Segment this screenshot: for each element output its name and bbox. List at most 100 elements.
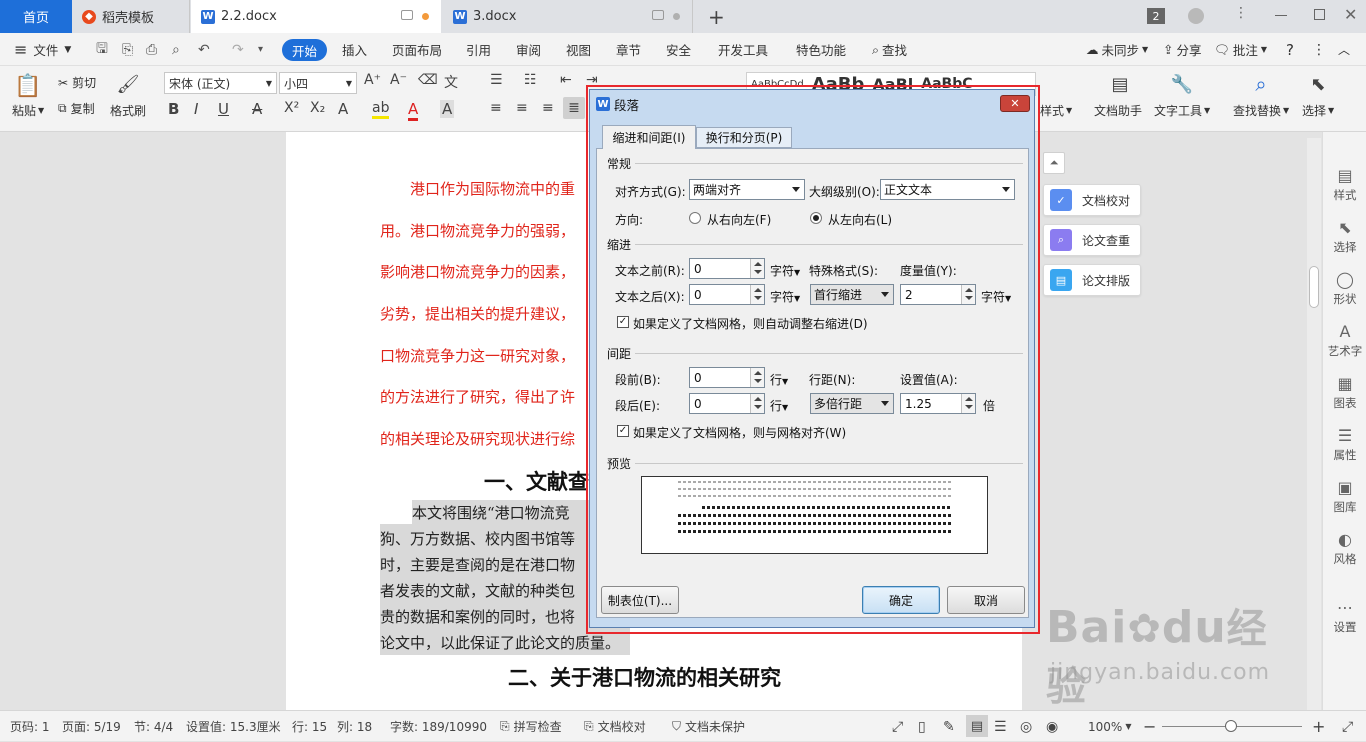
align-select[interactable]: 两端对齐	[689, 179, 805, 200]
ltr-label[interactable]: 从左向右(L)	[828, 211, 892, 228]
ok-button[interactable]: 确定	[862, 586, 940, 614]
new-tab-button[interactable]: +	[700, 0, 730, 33]
tab-indent-spacing[interactable]: 缩进和间距(I)	[602, 125, 696, 149]
scrollbar-thumb[interactable]	[1309, 266, 1319, 308]
measure-unit[interactable]: 字符▼	[981, 288, 1011, 305]
spell-check-button[interactable]: ⎘ 拼写检查	[500, 711, 562, 742]
more-icon[interactable]: ⋮	[1234, 5, 1248, 21]
cut-button[interactable]: ✂ 剪切	[58, 74, 96, 91]
subscript-icon[interactable]: X₂	[310, 100, 325, 116]
shrink-font-icon[interactable]: A⁻	[390, 72, 407, 88]
align-left-icon[interactable]: ≡	[490, 100, 502, 116]
tab-home[interactable]: 首页	[0, 0, 72, 33]
zoom-select[interactable]: 100% ▼	[1088, 711, 1131, 742]
share-button[interactable]: ⇪ 分享	[1163, 33, 1202, 66]
format-painter-button[interactable]: 格式刷	[110, 102, 146, 119]
status-proof-button[interactable]: ⎘ 文档校对	[584, 711, 646, 742]
restore-icon[interactable]	[1314, 9, 1325, 20]
superscript-icon[interactable]: X²	[284, 100, 299, 116]
annotate-button[interactable]: 🗨 批注 ▼	[1214, 33, 1267, 66]
save-icon[interactable]: 🖫	[96, 33, 108, 66]
before-text-spinner[interactable]: 0	[689, 258, 765, 279]
sidebar-chart[interactable]: ▦ 图表	[1323, 374, 1366, 411]
file-menu[interactable]: ≡ 文件 ▼	[14, 33, 71, 66]
tab-template[interactable]: ◆ 稻壳模板	[72, 0, 190, 33]
paste-icon[interactable]: 📋	[14, 72, 42, 100]
bold-icon[interactable]: B	[168, 100, 179, 118]
tab-chapter[interactable]: 章节	[616, 33, 641, 66]
sidebar-shapes[interactable]: ◯ 形状	[1323, 270, 1366, 307]
eye-protect-icon[interactable]: ◉	[1046, 711, 1058, 742]
tab-view[interactable]: 视图	[566, 33, 591, 66]
phonetic-icon[interactable]: 文	[444, 72, 458, 92]
underline-icon[interactable]: U	[218, 100, 229, 118]
avatar[interactable]	[1188, 8, 1204, 24]
space-after-unit[interactable]: 行▼	[770, 397, 788, 414]
sync-button[interactable]: ☁ 未同步 ▼	[1086, 33, 1148, 66]
before-text-unit[interactable]: 字符▼	[770, 262, 800, 279]
redo-icon[interactable]: ↷	[232, 33, 244, 66]
space-before-unit[interactable]: 行▼	[770, 371, 788, 388]
grid-align-label[interactable]: 如果定义了文档网格，则与网格对齐(W)	[633, 424, 846, 441]
page-view-icon[interactable]: ▤	[966, 715, 988, 737]
tab-insert[interactable]: 插入	[342, 33, 367, 66]
customize-toolbar-icon[interactable]: ▾	[258, 33, 263, 66]
dialog-titlebar[interactable]: W 段落 ✕	[590, 90, 1034, 118]
undo-icon[interactable]: ↶	[198, 33, 210, 66]
find-replace-button[interactable]: 查找替换 ▼	[1233, 102, 1289, 119]
select-button[interactable]: 选择 ▼	[1302, 102, 1334, 119]
text-effect-icon[interactable]: A	[338, 100, 348, 118]
collapse-panel-icon[interactable]: ⏶	[1043, 152, 1065, 174]
font-name-select[interactable]: 宋体 (正文) ▼	[164, 72, 277, 94]
align-center-icon[interactable]: ≡	[516, 100, 528, 116]
sidebar-settings[interactable]: ⋯ 设置	[1323, 598, 1366, 635]
close-window-icon[interactable]: ✕	[1344, 5, 1357, 24]
set-value-spinner[interactable]: 1.25	[900, 393, 976, 414]
status-pages[interactable]: 页面: 5/19	[62, 711, 121, 742]
proofread-button[interactable]: ✓ 文档校对	[1043, 184, 1141, 216]
strikethrough-icon[interactable]: A	[252, 100, 262, 118]
clear-format-icon[interactable]: ⌫	[418, 72, 438, 88]
collapse-ribbon-icon[interactable]: ︿	[1338, 33, 1350, 66]
auto-adjust-label[interactable]: 如果定义了文档网格，则自动调整右缩进(D)	[633, 315, 868, 332]
outline-view-icon[interactable]: ☰	[994, 711, 1007, 742]
tab-page-layout[interactable]: 页面布局	[392, 33, 442, 66]
tab-special[interactable]: 特色功能	[796, 33, 846, 66]
tab-stops-button[interactable]: 制表位(T)...	[601, 586, 679, 614]
space-before-spinner[interactable]: 0	[689, 367, 765, 388]
grow-font-icon[interactable]: A⁺	[364, 72, 381, 88]
font-size-select[interactable]: 小四 ▼	[279, 72, 357, 94]
after-text-spinner[interactable]: 0	[689, 284, 765, 305]
help-button[interactable]: ?	[1286, 33, 1294, 66]
window-count-badge[interactable]: 2	[1147, 8, 1165, 24]
more-icon[interactable]: ⋮	[1312, 33, 1326, 66]
print-icon[interactable]: ⎙	[146, 33, 157, 66]
measure-spinner[interactable]: 2	[900, 284, 976, 305]
sidebar-theme[interactable]: ◐ 风格	[1323, 530, 1366, 567]
minimize-icon[interactable]	[1275, 15, 1287, 16]
close-dialog-button[interactable]: ✕	[1000, 95, 1030, 112]
highlight-icon[interactable]: ab	[372, 100, 390, 119]
rtl-radio[interactable]	[689, 212, 701, 224]
numbered-list-icon[interactable]: ☷	[524, 72, 537, 88]
line-spacing-select[interactable]: 多倍行距	[810, 393, 894, 414]
export-icon[interactable]: ⎘	[122, 33, 133, 66]
tab-review[interactable]: 审阅	[516, 33, 541, 66]
auto-adjust-checkbox[interactable]: ✓	[617, 316, 629, 328]
paste-button[interactable]: 粘贴 ▼	[12, 102, 44, 119]
cancel-button[interactable]: 取消	[947, 586, 1025, 614]
italic-icon[interactable]: I	[194, 100, 198, 118]
tab-developer[interactable]: 开发工具	[718, 33, 768, 66]
sidebar-properties[interactable]: ☰ 属性	[1323, 426, 1366, 463]
copy-button[interactable]: ⧉ 复制	[58, 100, 95, 117]
ltr-radio[interactable]	[810, 212, 822, 224]
fullscreen-icon[interactable]: ⤢	[892, 711, 903, 742]
search-button[interactable]: ⌕ 查找	[872, 33, 907, 66]
sidebar-wordart[interactable]: A 艺术字	[1323, 322, 1366, 359]
outline-select[interactable]: 正文文本	[880, 179, 1015, 200]
tab-references[interactable]: 引用	[466, 33, 491, 66]
zoom-slider-thumb[interactable]	[1225, 720, 1237, 732]
grid-align-checkbox[interactable]: ✓	[617, 425, 629, 437]
sidebar-select[interactable]: ⬉ 选择	[1323, 218, 1366, 255]
decrease-indent-icon[interactable]: ⇤	[560, 72, 572, 88]
